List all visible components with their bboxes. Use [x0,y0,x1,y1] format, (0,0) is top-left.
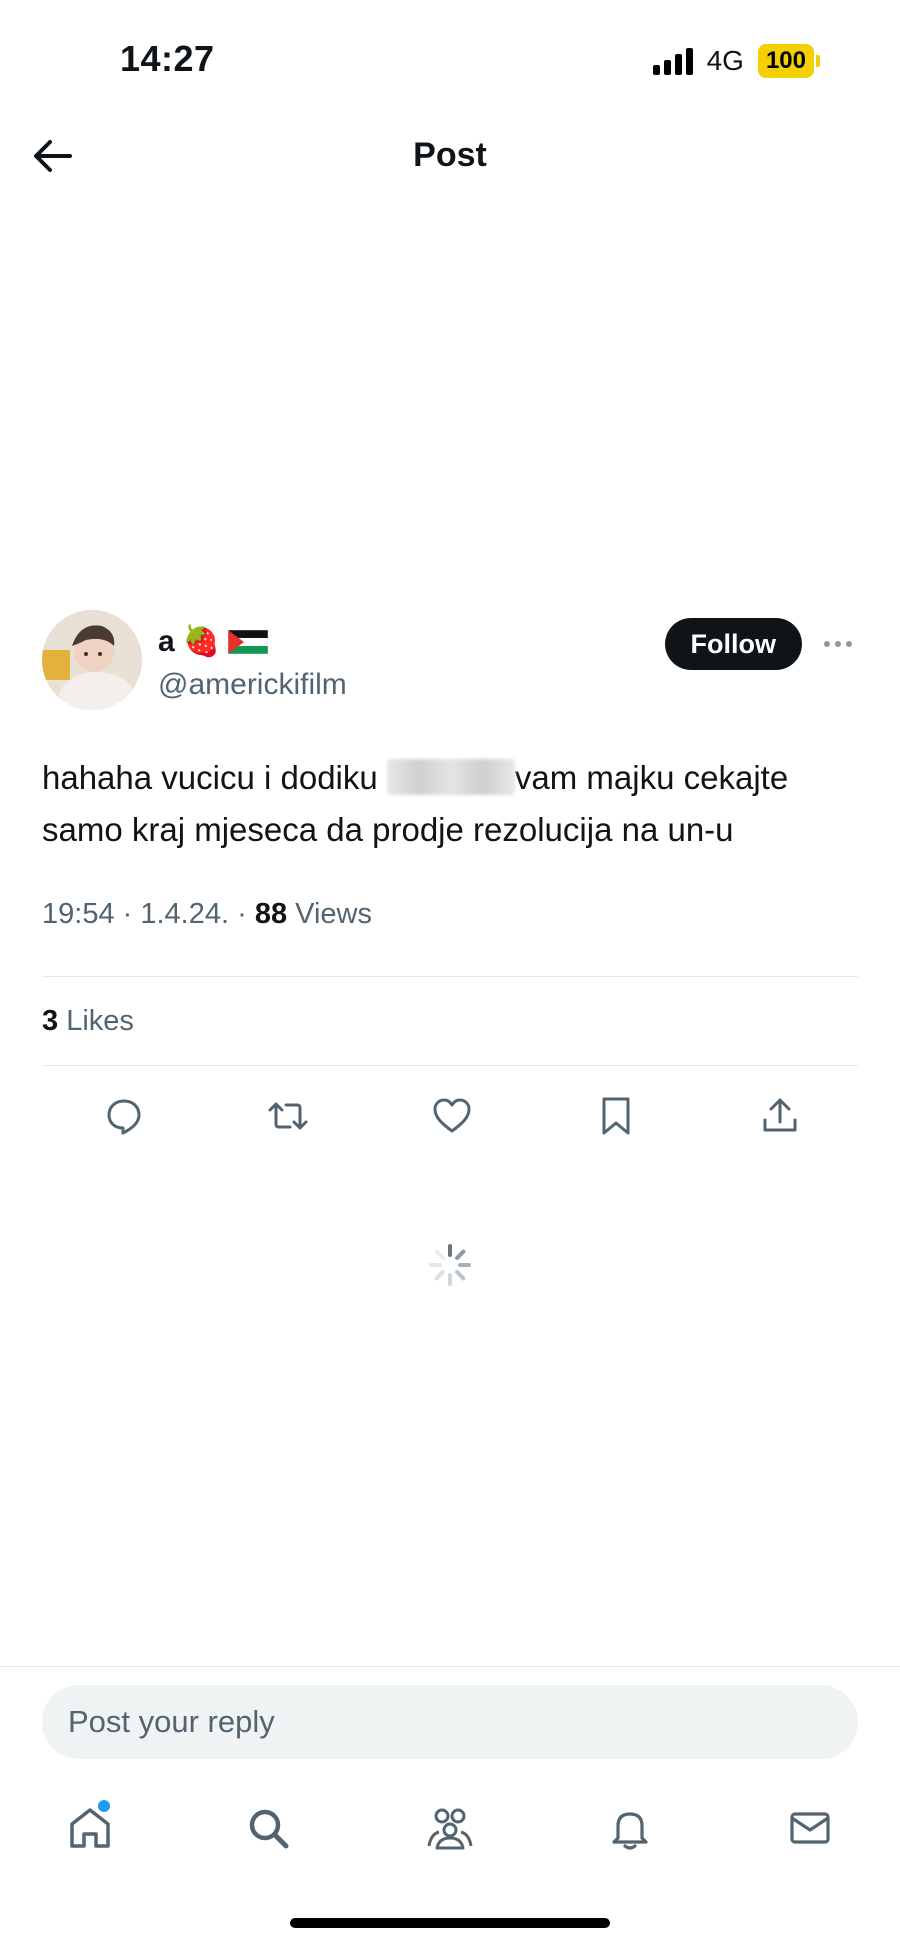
likes-label: Likes [66,1005,134,1037]
redacted-word [386,759,515,795]
retweet-icon [268,1102,308,1130]
bookmark-icon [602,1097,630,1135]
like-icon [433,1098,471,1133]
author-name[interactable]: a 🍓 [158,624,269,659]
tab-search[interactable] [238,1798,298,1858]
battery-level: 100 [757,44,814,78]
tweet-text-part1: hahaha vucicu i dodiku [42,759,387,796]
top-header: Post [0,120,900,200]
new-content-dot [98,1800,110,1812]
author-row: a 🍓 @americkifilm Follow [42,610,858,720]
notifications-icon [612,1812,648,1850]
tweet-time[interactable]: 19:54 [42,898,115,930]
bookmark-button[interactable] [592,1092,640,1140]
messages-icon [790,1812,830,1844]
likes-count: 3 [42,1005,59,1037]
communities-icon [427,1808,473,1850]
avatar[interactable] [42,610,142,710]
strawberry-emoji: 🍓 [182,625,221,658]
page-title: Post [413,136,487,174]
like-button[interactable] [428,1092,476,1140]
likes-stat[interactable]: 3 Likes [42,977,858,1065]
retweet-button[interactable] [264,1092,312,1140]
tweet-meta: 19:54 · 1.4.24. · 88 Views [42,898,372,930]
more-options-icon[interactable] [818,626,858,662]
network-type: 4G [706,45,744,76]
tab-communities[interactable] [420,1798,480,1858]
author-handle[interactable]: @americkifilm [158,668,347,702]
bottom-tab-bar [0,1790,900,1870]
battery-icon: 100 [757,44,820,78]
tweet: a 🍓 @americkifilm Follow hahaha vucicu i… [42,610,858,1162]
status-time: 14:27 [120,38,215,79]
status-indicators: 4G 100 [652,44,820,78]
follow-button[interactable]: Follow [664,618,802,670]
share-icon [763,1098,797,1132]
home-indicator[interactable] [290,1918,610,1928]
action-bar [42,1066,858,1162]
reply-composer [0,1666,900,1759]
tab-home[interactable] [60,1798,120,1858]
reply-button[interactable] [100,1092,148,1140]
tweet-text: hahaha vucicu i dodiku vam majku cekajte… [42,752,858,856]
tab-notifications[interactable] [600,1798,660,1858]
reply-icon [107,1099,141,1135]
tab-messages[interactable] [780,1798,840,1858]
signal-icon [652,47,693,75]
palestine-flag-icon [228,629,269,654]
avatar-photo [42,610,142,710]
reply-input[interactable] [42,1685,858,1759]
tweet-date[interactable]: 1.4.24. [140,898,229,930]
views-label: Views [295,898,372,930]
views-count: 88 [254,898,288,930]
author-display-name: a [158,624,175,658]
share-button[interactable] [756,1092,804,1140]
status-bar: 14:27 4G 100 [0,0,900,120]
search-icon [249,1809,289,1849]
loading-spinner-icon [429,1244,471,1286]
